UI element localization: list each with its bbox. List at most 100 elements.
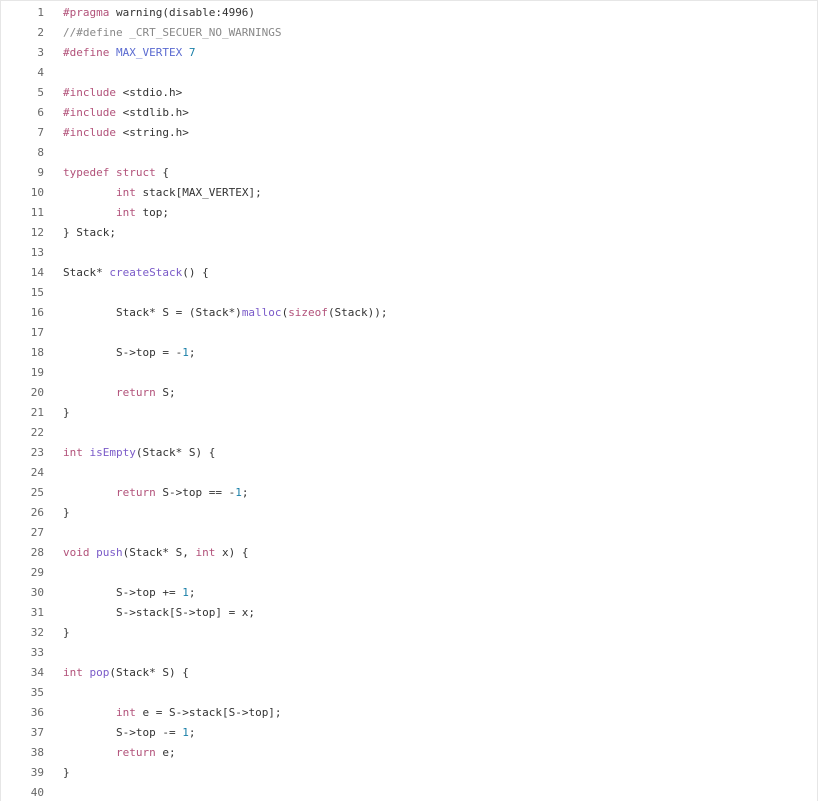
code-line[interactable]: 4 <box>1 63 819 83</box>
line-number: 33 <box>30 646 44 659</box>
code-line[interactable]: 22 <box>1 423 819 443</box>
code-token: return <box>115 746 156 759</box>
line-number: 21 <box>30 406 44 419</box>
code-line[interactable]: 7 #include <string.h> <box>1 123 819 143</box>
code-line[interactable]: 21} <box>1 403 819 423</box>
code-line[interactable]: 39} <box>1 763 819 783</box>
code-token: stack[MAX_VERTEX]; <box>135 186 262 199</box>
code-token: } <box>63 406 70 419</box>
code-line[interactable]: 37 S->top -= 1; <box>1 723 819 743</box>
line-code: int e = S->stack[S->top]; <box>63 703 282 723</box>
line-code: return e; <box>63 743 176 763</box>
code-line[interactable]: 6 #include <stdlib.h> <box>1 103 819 123</box>
code-line[interactable]: 9 typedef struct { <box>1 163 819 183</box>
code-block[interactable]: 1 #pragma warning(disable:4996) 2 //#define… <box>1 3 819 803</box>
code-line[interactable]: 32} <box>1 623 819 643</box>
line-code: return S->top == -1; <box>63 483 248 503</box>
code-token: } <box>63 626 70 639</box>
code-line[interactable]: 16 Stack* S = (Stack*)malloc(sizeof(Stac… <box>1 303 819 323</box>
code-line[interactable]: 12} Stack; <box>1 223 819 243</box>
code-token: top; <box>135 206 169 219</box>
code-line[interactable]: 33 <box>1 643 819 663</box>
code-token: createStack <box>109 266 183 279</box>
code-line[interactable]: 18 S->top = -1; <box>1 343 819 363</box>
code-token: e = S->stack[S->top]; <box>135 706 282 719</box>
code-line[interactable]: 15 <box>1 283 819 303</box>
code-token: typedef <box>63 166 110 179</box>
line-number: 8 <box>37 146 44 159</box>
code-line[interactable]: 27 <box>1 523 819 543</box>
code-token: #pragma <box>63 6 110 19</box>
code-token: malloc <box>241 306 282 319</box>
code-line[interactable]: 10 int stack[MAX_VERTEX]; <box>1 183 819 203</box>
code-line[interactable]: 13 <box>1 243 819 263</box>
line-number: 25 <box>30 486 44 499</box>
line-number: 3 <box>37 46 44 59</box>
code-token: () { <box>182 266 209 279</box>
code-token: } <box>63 506 70 519</box>
line-code: } <box>63 403 70 423</box>
code-token: Stack* S = (Stack*) <box>63 306 242 319</box>
line-number: 36 <box>30 706 44 719</box>
line-code: Stack* S = (Stack*)malloc(sizeof(Stack))… <box>63 303 388 323</box>
line-number: 31 <box>30 606 44 619</box>
line-code: S->stack[S->top] = x; <box>63 603 255 623</box>
code-line[interactable]: 11 int top; <box>1 203 819 223</box>
code-line[interactable]: 29 <box>1 563 819 583</box>
code-token: int <box>195 546 216 559</box>
code-token: return <box>115 386 156 399</box>
code-line[interactable]: 14 Stack* createStack() { <box>1 263 819 283</box>
line-code: int stack[MAX_VERTEX]; <box>63 183 262 203</box>
code-line[interactable]: 1 #pragma warning(disable:4996) <box>1 3 819 23</box>
code-line[interactable]: 30 S->top += 1; <box>1 583 819 603</box>
code-line[interactable]: 2 //#define _CRT_SECUER_NO_WARNINGS <box>1 23 819 43</box>
code-line[interactable]: 20 return S; <box>1 383 819 403</box>
line-number: 9 <box>37 166 44 179</box>
code-token: struct <box>115 166 156 179</box>
line-code: #include <stdio.h> <box>63 83 182 103</box>
code-line[interactable]: 35 <box>1 683 819 703</box>
line-number: 30 <box>30 586 44 599</box>
code-line[interactable]: 40 <box>1 783 819 803</box>
code-line[interactable]: 3 #define MAX_VERTEX 7 <box>1 43 819 63</box>
code-token: #include <box>63 126 116 139</box>
code-token: (Stack)); <box>327 306 388 319</box>
code-line[interactable]: 23 int isEmpty(Stack* S) { <box>1 443 819 463</box>
code-token: e; <box>155 746 176 759</box>
code-line[interactable]: 17 <box>1 323 819 343</box>
code-token: <stdlib.h> <box>115 106 189 119</box>
code-line[interactable]: 31 S->stack[S->top] = x; <box>1 603 819 623</box>
code-token: #include <box>63 86 116 99</box>
code-line[interactable]: 26} <box>1 503 819 523</box>
code-token: 1 <box>182 726 189 739</box>
code-line[interactable]: 5 #include <stdio.h> <box>1 83 819 103</box>
code-token: int <box>115 706 136 719</box>
code-token: sizeof <box>288 306 328 319</box>
code-line[interactable]: 28 void push(Stack* S, int x) { <box>1 543 819 563</box>
code-line[interactable]: 38 return e; <box>1 743 819 763</box>
code-token: warning(disable:4996) <box>109 6 256 19</box>
line-code: #include <string.h> <box>63 123 189 143</box>
code-token: push <box>96 546 123 559</box>
code-token: #include <box>63 106 116 119</box>
line-code: } Stack; <box>63 223 116 243</box>
code-token: ; <box>188 586 196 599</box>
code-line[interactable]: 19 <box>1 363 819 383</box>
line-code: //#define _CRT_SECUER_NO_WARNINGS <box>63 23 282 43</box>
line-number: 37 <box>30 726 44 739</box>
code-line[interactable]: 36 int e = S->stack[S->top]; <box>1 703 819 723</box>
line-number: 35 <box>30 686 44 699</box>
code-token: S->stack[S->top] = x; <box>63 606 256 619</box>
line-code: #pragma warning(disable:4996) <box>63 3 255 23</box>
code-token: int <box>63 666 83 679</box>
code-line[interactable]: 24 <box>1 463 819 483</box>
code-token: } <box>63 766 70 779</box>
line-number: 10 <box>30 186 44 199</box>
code-line[interactable]: 25 return S->top == -1; <box>1 483 819 503</box>
code-line[interactable]: 34 int pop(Stack* S) { <box>1 663 819 683</box>
line-code: } <box>63 763 70 783</box>
line-code: S->top += 1; <box>63 583 196 603</box>
code-line[interactable]: 8 <box>1 143 819 163</box>
